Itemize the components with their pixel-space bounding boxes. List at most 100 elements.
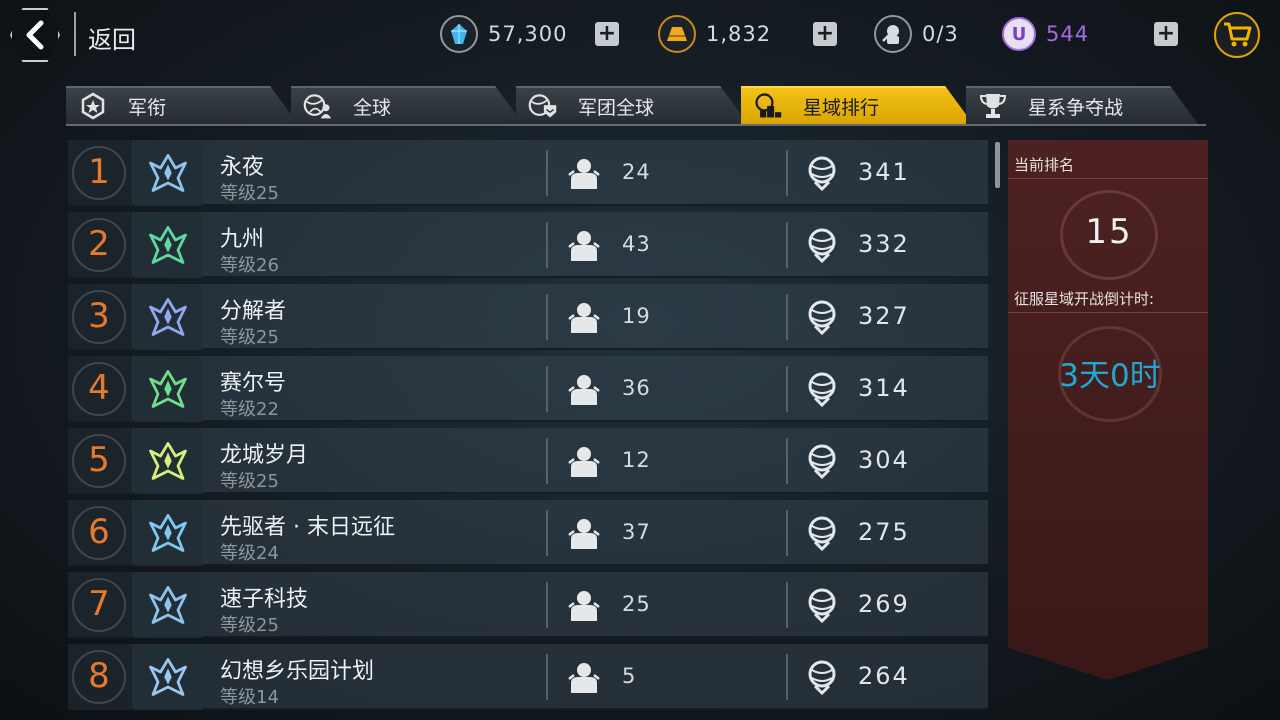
divider: [1008, 312, 1208, 313]
ranking-list[interactable]: 1 永夜 等级25 24 341 2 九州 等级26 43 332 3 分解者 等级25 19 327 …: [68, 140, 988, 720]
robot-energy-icon: [874, 15, 912, 53]
legion-score: 327: [858, 302, 910, 330]
globe-legion-icon: [528, 91, 558, 121]
legion-level: 等级22: [220, 399, 279, 420]
legion-name: 永夜: [220, 155, 265, 180]
rank-box: 4: [68, 356, 132, 422]
ranking-row[interactable]: 4 赛尔号 等级22 36 314: [68, 356, 988, 422]
rank-number: 7: [88, 584, 110, 624]
countdown-label: 征服星域开战倒计时:: [1014, 290, 1155, 308]
legion-name: 龙城岁月: [220, 443, 309, 468]
legion-level: 等级25: [220, 327, 279, 348]
planet-score-icon: [808, 228, 836, 264]
member-count: 24: [622, 160, 651, 184]
legion-level: 等级25: [220, 615, 279, 636]
member-count-icon: [568, 303, 600, 333]
legion-emblem: [134, 356, 202, 422]
legion-score: 275: [858, 518, 910, 546]
chevron-left-icon: [26, 20, 44, 50]
divider: [546, 150, 548, 196]
tab-starfield-rank[interactable]: 星域排行: [741, 86, 973, 124]
divider: [786, 582, 788, 628]
legion-level: 等级14: [220, 687, 279, 708]
legion-emblem-icon: [149, 226, 187, 264]
divider: [786, 222, 788, 268]
tab-global[interactable]: 全球: [291, 86, 523, 124]
shop-button[interactable]: [1214, 12, 1260, 58]
member-count: 19: [622, 304, 651, 328]
current-rank-label: 当前排名: [1014, 156, 1075, 174]
back-label[interactable]: 返回: [88, 20, 136, 55]
add-u-coin-button[interactable]: +: [1154, 22, 1178, 46]
legion-emblem: [134, 140, 202, 206]
rank-number: 1: [88, 152, 110, 192]
planet-score-icon: [808, 372, 836, 408]
divider: [786, 294, 788, 340]
member-count: 25: [622, 592, 651, 616]
shopping-cart-icon: [1224, 22, 1252, 47]
ranking-row[interactable]: 1 永夜 等级25 24 341: [68, 140, 988, 206]
rank-box: 5: [68, 428, 132, 494]
legion-level: 等级25: [220, 183, 279, 204]
ranking-row[interactable]: 5 龙城岁月 等级25 12 304: [68, 428, 988, 494]
energy-value: 0/3: [922, 22, 959, 46]
member-count: 12: [622, 448, 651, 472]
add-gold-button[interactable]: +: [813, 22, 837, 46]
rank-number: 4: [88, 368, 110, 408]
divider: [74, 12, 76, 56]
planet-score-icon: [808, 156, 836, 192]
rank-badge-icon: [78, 91, 108, 121]
ranking-row[interactable]: 8 幻想乡乐园计划 等级14 5 264: [68, 644, 988, 710]
divider: [546, 294, 548, 340]
tabs-underline: [66, 124, 1206, 126]
tab-bar: 军衔 全球 军团全球 星域排行 星系争夺战: [66, 86, 1206, 126]
legion-emblem-icon: [149, 514, 187, 552]
legion-name: 先驱者 · 末日远征: [220, 515, 395, 540]
legion-emblem-icon: [149, 298, 187, 336]
ranking-row[interactable]: 7 速子科技等级25 25 269: [68, 572, 988, 638]
resource-crystal: 57,300: [440, 14, 567, 54]
tab-legion-global[interactable]: 军团全球: [516, 86, 748, 124]
legion-score: 269: [858, 590, 910, 618]
rank-box: 8: [68, 644, 132, 710]
podium-icon: [753, 91, 783, 121]
countdown-value: 3天0时: [1059, 358, 1161, 394]
tab-legion-global-label: 军团全球: [578, 96, 655, 119]
planet-score-icon: [808, 516, 836, 552]
legion-name: 赛尔号: [220, 371, 287, 396]
rank-number: 3: [88, 296, 110, 336]
ranking-row[interactable]: 2 九州 等级26 43 332: [68, 212, 988, 278]
legion-level: 等级26: [220, 255, 279, 276]
ranking-row[interactable]: 3 分解者 等级25 19 327: [68, 284, 988, 350]
legion-name: 幻想乡乐园计划: [220, 659, 375, 684]
member-count-icon: [568, 447, 600, 477]
divider: [786, 510, 788, 556]
rank-number: 8: [88, 656, 110, 696]
scrollbar[interactable]: [995, 142, 1000, 188]
member-count: 5: [622, 664, 637, 688]
back-button[interactable]: [10, 8, 60, 62]
crystal-icon: [440, 15, 478, 53]
legion-score: 314: [858, 374, 910, 402]
legion-emblem-icon: [149, 442, 187, 480]
ranking-row[interactable]: 6 先驱者 · 末日远征 等级24 37 275: [68, 500, 988, 566]
resource-u-coin: U 544: [1002, 14, 1089, 54]
legion-name: 速子科技: [220, 587, 309, 612]
crystal-value: 57,300: [488, 22, 568, 46]
add-crystal-button[interactable]: +: [595, 22, 619, 46]
tab-starfield-rank-label: 星域排行: [803, 96, 880, 119]
rank-box: 3: [68, 284, 132, 350]
gold-value: 1,832: [706, 22, 772, 46]
legion-emblem: [134, 284, 202, 350]
legion-level: 等级24: [220, 543, 279, 564]
member-count: 37: [622, 520, 651, 544]
tab-galaxy-war[interactable]: 星系争夺战: [966, 86, 1198, 124]
divider: [786, 150, 788, 196]
tab-rank[interactable]: 军衔: [66, 86, 298, 124]
current-rank-value: 15: [1085, 212, 1133, 252]
member-count-icon: [568, 231, 600, 261]
member-count-icon: [568, 375, 600, 405]
divider: [1008, 178, 1208, 179]
planet-score-icon: [808, 300, 836, 336]
legion-level: 等级25: [220, 471, 279, 492]
